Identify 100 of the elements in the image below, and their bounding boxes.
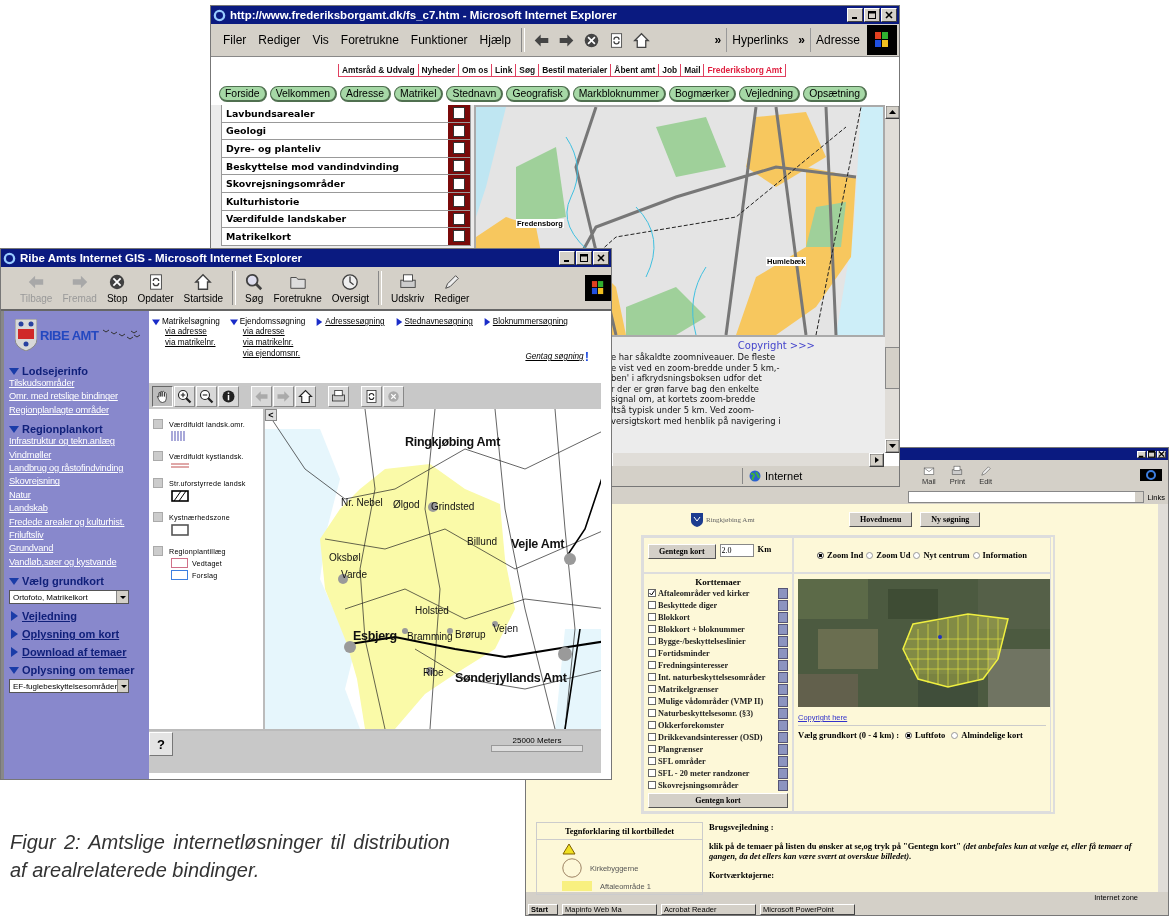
theme-checkbox[interactable]: Okkerforekomster (648, 720, 725, 730)
toolbar-button[interactable]: Startside (178, 272, 229, 304)
section-heading[interactable]: Oplysning om temaer (22, 664, 135, 677)
nav-button[interactable]: Velkommen (269, 86, 337, 102)
layer-checkbox[interactable] (153, 419, 163, 429)
info-icon[interactable] (778, 767, 788, 779)
menu-item[interactable]: Funktioner (404, 33, 474, 47)
nav-button[interactable]: Vejledning (739, 86, 801, 102)
theme-checkbox[interactable]: SFL områder (648, 756, 706, 766)
toolbar-button[interactable]: Rediger (429, 272, 475, 304)
minimize-button[interactable] (1137, 450, 1146, 458)
scrollbar[interactable] (613, 453, 884, 466)
info-icon[interactable] (778, 731, 788, 743)
redraw-button[interactable]: Gentegn kort (648, 544, 716, 559)
minimize-button[interactable] (847, 8, 863, 22)
collapse-button[interactable]: < (265, 409, 277, 421)
address-field[interactable] (908, 491, 1145, 503)
nav-button[interactable]: Matrikel (394, 86, 444, 102)
theme-checkbox[interactable]: Aftaleområder ved kirker (648, 588, 750, 598)
top-link[interactable]: Åbent amt (610, 63, 659, 77)
nav-button[interactable]: Hovedmenu (849, 512, 913, 527)
layer-checkbox[interactable] (448, 228, 470, 245)
redraw-button[interactable]: Gentegn kort (648, 793, 788, 808)
theme-checkbox[interactable]: Skovrejsningsområder (648, 780, 739, 790)
nav-button[interactable]: Geografisk (506, 86, 570, 102)
search-option[interactable]: Adressesøgning (325, 317, 385, 326)
basemap-radio[interactable]: Almindelige kort (951, 730, 1023, 740)
theme-checkbox[interactable]: Mulige vådområder (VMP II) (648, 696, 764, 706)
layer-checkbox[interactable] (448, 175, 470, 192)
info-icon[interactable] (778, 719, 788, 731)
info-icon[interactable] (778, 623, 788, 635)
info-icon[interactable] (778, 683, 788, 695)
search-option[interactable]: Ejendomssøgning (239, 317, 306, 326)
section-heading[interactable]: Oplysning om kort (22, 628, 120, 641)
minimize-button[interactable] (559, 251, 575, 265)
info-icon[interactable] (778, 779, 788, 791)
top-link[interactable]: Nyheder (417, 63, 459, 77)
layer-checkbox[interactable] (153, 478, 163, 488)
info-icon[interactable] (778, 671, 788, 683)
theme-checkbox[interactable]: Drikkevandsinteresser (OSD) (648, 732, 763, 742)
top-link[interactable]: Om os (458, 63, 492, 77)
mode-radio[interactable]: Nyt centrum (913, 550, 970, 560)
top-link[interactable]: Mail (680, 63, 704, 77)
repeat-search-link[interactable]: Gentag søgning (525, 352, 584, 361)
info-icon[interactable] (778, 659, 788, 671)
toolbar-link[interactable]: » (793, 28, 810, 52)
info-icon[interactable] (778, 743, 788, 755)
top-link[interactable]: Amtsråd & Udvalg (337, 63, 418, 77)
top-link[interactable]: Link (491, 63, 516, 77)
toolbar-button[interactable]: Stop (101, 272, 133, 304)
theme-checkbox[interactable]: Naturbeskyttelsesomr. (§3) (648, 708, 754, 718)
dropdown[interactable]: EF-fuglebeskyttelsesområder (9, 679, 129, 694)
menu-item[interactable]: Foretrukne (334, 33, 405, 47)
nav-button[interactable]: Opsætning (803, 86, 867, 102)
toolbar-button[interactable]: Opdater (132, 272, 179, 304)
info-icon[interactable] (778, 647, 788, 659)
nav-button[interactable]: Markbloknummer (572, 86, 666, 102)
mode-radio[interactable]: Zoom Ud (866, 550, 911, 560)
toolbar-link[interactable]: Adresse (809, 28, 865, 52)
nav-button[interactable]: Forside (219, 86, 267, 102)
search-link[interactable]: via ejendomsnr. (242, 348, 306, 359)
maximize-button[interactable] (1147, 450, 1156, 458)
theme-checkbox[interactable]: Bygge-/beskyttelseslinier (648, 636, 746, 646)
top-link[interactable]: Job (658, 63, 681, 77)
search-link[interactable]: via adresse (242, 326, 306, 337)
mode-radio[interactable]: Information (972, 550, 1027, 560)
toolbar-button[interactable]: Foretrukne (268, 272, 327, 304)
layer-checkbox[interactable] (448, 140, 470, 157)
info-icon[interactable] (778, 635, 788, 647)
close-button[interactable] (1157, 450, 1166, 458)
toolbar-button[interactable]: Søg (240, 272, 269, 304)
nav-button[interactable]: Stednavn (446, 86, 504, 102)
scrollbar[interactable] (885, 105, 899, 453)
top-link[interactable]: Søg (515, 63, 539, 77)
layer-checkbox[interactable] (153, 451, 163, 461)
layer-checkbox[interactable] (153, 546, 163, 556)
map-tool-button[interactable] (152, 385, 173, 407)
nav-button[interactable]: Bogmærker (668, 86, 737, 102)
theme-checkbox[interactable]: Beskyttede diger (648, 600, 718, 610)
search-link[interactable]: via matrikelnr. (242, 337, 306, 348)
theme-checkbox[interactable]: Plangrænser (648, 744, 704, 754)
basemap-radio[interactable]: Luftfoto (905, 730, 946, 740)
copyright-link[interactable]: Copyright >>> (737, 340, 815, 351)
info-icon[interactable] (778, 755, 788, 767)
section-heading[interactable]: Download af temaer (22, 646, 127, 659)
theme-checkbox[interactable]: Matrikelgrænser (648, 684, 719, 694)
search-link[interactable]: via matrikelnr. (165, 337, 220, 348)
menu-item[interactable]: Filer (217, 33, 253, 47)
zoom-width-field[interactable]: 2.0 (719, 544, 754, 557)
info-icon[interactable] (778, 695, 788, 707)
section-heading[interactable]: Vælg grundkort (22, 575, 104, 588)
top-link[interactable]: Bestil materialer (538, 63, 611, 77)
mode-radio[interactable]: Zoom Ind (817, 550, 864, 560)
section-heading[interactable]: Vejledning (22, 610, 77, 623)
menu-item[interactable]: Vis (306, 33, 335, 47)
nav-button[interactable]: Adresse (339, 86, 392, 102)
info-icon[interactable] (778, 707, 788, 719)
scrollbar[interactable] (1158, 504, 1168, 892)
section-heading[interactable]: Lodsejerinfo (22, 365, 88, 377)
toolbar-button[interactable]: Udskriv (386, 272, 430, 304)
